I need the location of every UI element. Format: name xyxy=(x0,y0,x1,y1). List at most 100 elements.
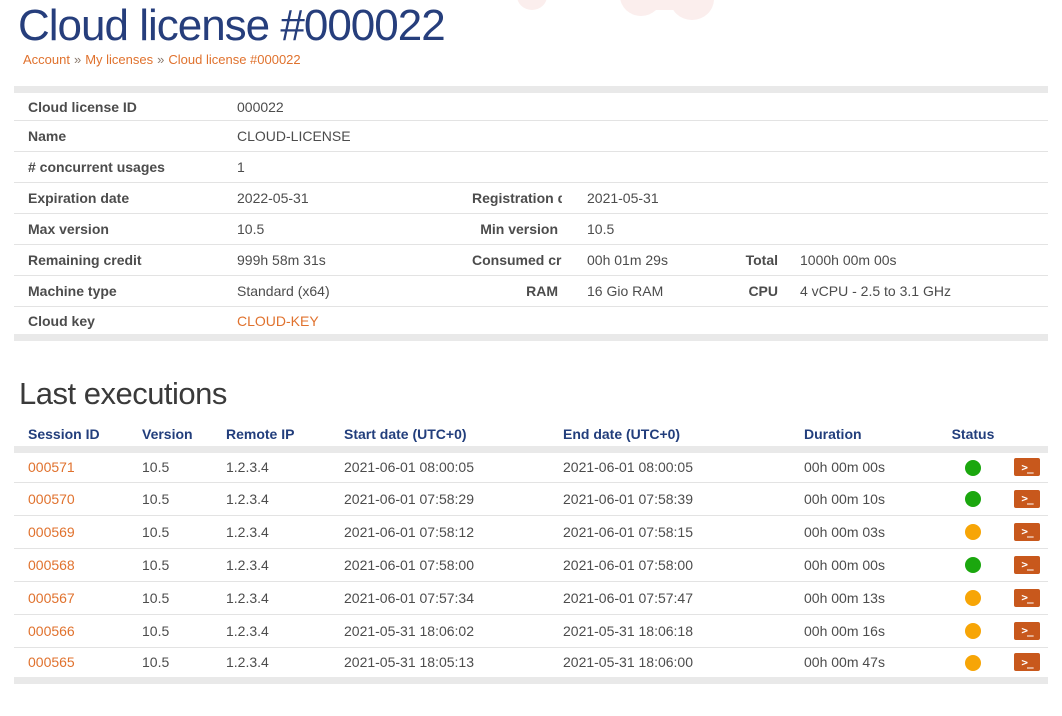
field-label: # concurrent usages xyxy=(14,152,237,183)
duration-cell: 00h 00m 03s xyxy=(790,515,940,548)
start-date-cell: 2021-06-01 07:58:29 xyxy=(330,482,549,515)
terminal-button[interactable]: >_ xyxy=(1014,622,1040,640)
breadcrumb-account-link[interactable]: Account xyxy=(23,52,70,67)
terminal-button[interactable]: >_ xyxy=(1014,458,1040,476)
version-cell: 10.5 xyxy=(128,482,212,515)
field-value: 10.5 xyxy=(237,214,472,245)
execution-row: 000566 10.5 1.2.3.4 2021-05-31 18:06:02 … xyxy=(14,614,1048,647)
breadcrumb-separator: » xyxy=(74,52,81,67)
version-cell: 10.5 xyxy=(128,449,212,482)
status-indicator xyxy=(965,524,981,540)
version-cell: 10.5 xyxy=(128,548,212,581)
end-date-cell: 2021-06-01 07:58:15 xyxy=(549,515,790,548)
column-header-duration: Duration xyxy=(790,423,940,449)
field-label: Name xyxy=(14,121,237,152)
terminal-button[interactable]: >_ xyxy=(1014,589,1040,607)
field-value: CLOUD-KEY xyxy=(237,307,1048,338)
duration-cell: 00h 00m 10s xyxy=(790,482,940,515)
field-value: 1000h 00m 00s xyxy=(792,245,1048,276)
session-id-link[interactable]: 000569 xyxy=(28,524,75,540)
version-cell: 10.5 xyxy=(128,515,212,548)
terminal-icon: >_ xyxy=(1021,623,1032,639)
start-date-cell: 2021-06-01 07:58:12 xyxy=(330,515,549,548)
field-value: 000022 xyxy=(237,90,1048,121)
execution-row: 000568 10.5 1.2.3.4 2021-06-01 07:58:00 … xyxy=(14,548,1048,581)
execution-row: 000570 10.5 1.2.3.4 2021-06-01 07:58:29 … xyxy=(14,482,1048,515)
session-id-link[interactable]: 000566 xyxy=(28,623,75,639)
status-indicator xyxy=(965,491,981,507)
field-label: Total xyxy=(722,245,792,276)
field-value: 2021-05-31 xyxy=(562,183,1048,214)
cloud-key-link[interactable]: CLOUD-KEY xyxy=(237,313,319,329)
detail-row-cloud-license-id: Cloud license ID 000022 xyxy=(14,90,1048,121)
detail-row-concurrent-usages: # concurrent usages 1 xyxy=(14,152,1048,183)
terminal-icon: >_ xyxy=(1021,655,1032,671)
duration-cell: 00h 00m 47s xyxy=(790,647,940,680)
field-label: CPU xyxy=(722,276,792,307)
remote-ip-cell: 1.2.3.4 xyxy=(212,515,330,548)
session-id-link[interactable]: 000567 xyxy=(28,590,75,606)
field-label: Cloud key xyxy=(14,307,237,338)
field-value: 16 Gio RAM xyxy=(562,276,722,307)
breadcrumb-current-link[interactable]: Cloud license #000022 xyxy=(168,52,300,67)
breadcrumb-my-licenses-link[interactable]: My licenses xyxy=(85,52,153,67)
execution-row: 000571 10.5 1.2.3.4 2021-06-01 08:00:05 … xyxy=(14,449,1048,482)
breadcrumb-separator: » xyxy=(157,52,164,67)
remote-ip-cell: 1.2.3.4 xyxy=(212,548,330,581)
end-date-cell: 2021-05-31 18:06:00 xyxy=(549,647,790,680)
terminal-icon: >_ xyxy=(1021,491,1032,507)
version-cell: 10.5 xyxy=(128,614,212,647)
column-header-start-date: Start date (UTC+0) xyxy=(330,423,549,449)
execution-row: 000565 10.5 1.2.3.4 2021-05-31 18:05:13 … xyxy=(14,647,1048,680)
end-date-cell: 2021-05-31 18:06:18 xyxy=(549,614,790,647)
last-executions-table: Session ID Version Remote IP Start date … xyxy=(14,423,1048,684)
remote-ip-cell: 1.2.3.4 xyxy=(212,449,330,482)
session-id-link[interactable]: 000570 xyxy=(28,491,75,507)
terminal-button[interactable]: >_ xyxy=(1014,556,1040,574)
terminal-icon: >_ xyxy=(1021,524,1032,540)
start-date-cell: 2021-05-31 18:06:02 xyxy=(330,614,549,647)
field-label: RAM xyxy=(472,276,562,307)
duration-cell: 00h 00m 00s xyxy=(790,548,940,581)
detail-row-dates: Expiration date 2022-05-31 Registration … xyxy=(14,183,1048,214)
status-indicator xyxy=(965,623,981,639)
field-value: Standard (x64) xyxy=(237,276,472,307)
field-value: 10.5 xyxy=(562,214,1048,245)
execution-row: 000569 10.5 1.2.3.4 2021-06-01 07:58:12 … xyxy=(14,515,1048,548)
field-label: Expiration date xyxy=(14,183,237,214)
field-value: CLOUD-LICENSE xyxy=(237,121,1048,152)
field-label: Registration date xyxy=(472,183,562,214)
session-id-link[interactable]: 000571 xyxy=(28,459,75,475)
field-label: Min version xyxy=(472,214,562,245)
start-date-cell: 2021-06-01 07:58:00 xyxy=(330,548,549,581)
terminal-button[interactable]: >_ xyxy=(1014,490,1040,508)
session-id-link[interactable]: 000568 xyxy=(28,557,75,573)
executions-header-row: Session ID Version Remote IP Start date … xyxy=(14,423,1048,449)
end-date-cell: 2021-06-01 07:57:47 xyxy=(549,581,790,614)
detail-row-machine: Machine type Standard (x64) RAM 16 Gio R… xyxy=(14,276,1048,307)
field-label: Machine type xyxy=(14,276,237,307)
terminal-button[interactable]: >_ xyxy=(1014,523,1040,541)
terminal-button[interactable]: >_ xyxy=(1014,653,1040,671)
end-date-cell: 2021-06-01 07:58:00 xyxy=(549,548,790,581)
detail-row-credit: Remaining credit 999h 58m 31s Consumed c… xyxy=(14,245,1048,276)
version-cell: 10.5 xyxy=(128,647,212,680)
field-label: Max version xyxy=(14,214,237,245)
status-indicator xyxy=(965,460,981,476)
end-date-cell: 2021-06-01 07:58:39 xyxy=(549,482,790,515)
duration-cell: 00h 00m 00s xyxy=(790,449,940,482)
remote-ip-cell: 1.2.3.4 xyxy=(212,647,330,680)
column-header-actions xyxy=(1006,423,1048,449)
duration-cell: 00h 00m 16s xyxy=(790,614,940,647)
version-cell: 10.5 xyxy=(128,581,212,614)
duration-cell: 00h 00m 13s xyxy=(790,581,940,614)
column-header-status: Status xyxy=(940,423,1006,449)
field-value: 2022-05-31 xyxy=(237,183,472,214)
session-id-link[interactable]: 000565 xyxy=(28,654,75,670)
detail-row-versions: Max version 10.5 Min version 10.5 xyxy=(14,214,1048,245)
detail-row-name: Name CLOUD-LICENSE xyxy=(14,121,1048,152)
field-value: 4 vCPU - 2.5 to 3.1 GHz xyxy=(792,276,1048,307)
status-indicator xyxy=(965,557,981,573)
section-title-last-executions: Last executions xyxy=(19,377,1062,411)
start-date-cell: 2021-05-31 18:05:13 xyxy=(330,647,549,680)
